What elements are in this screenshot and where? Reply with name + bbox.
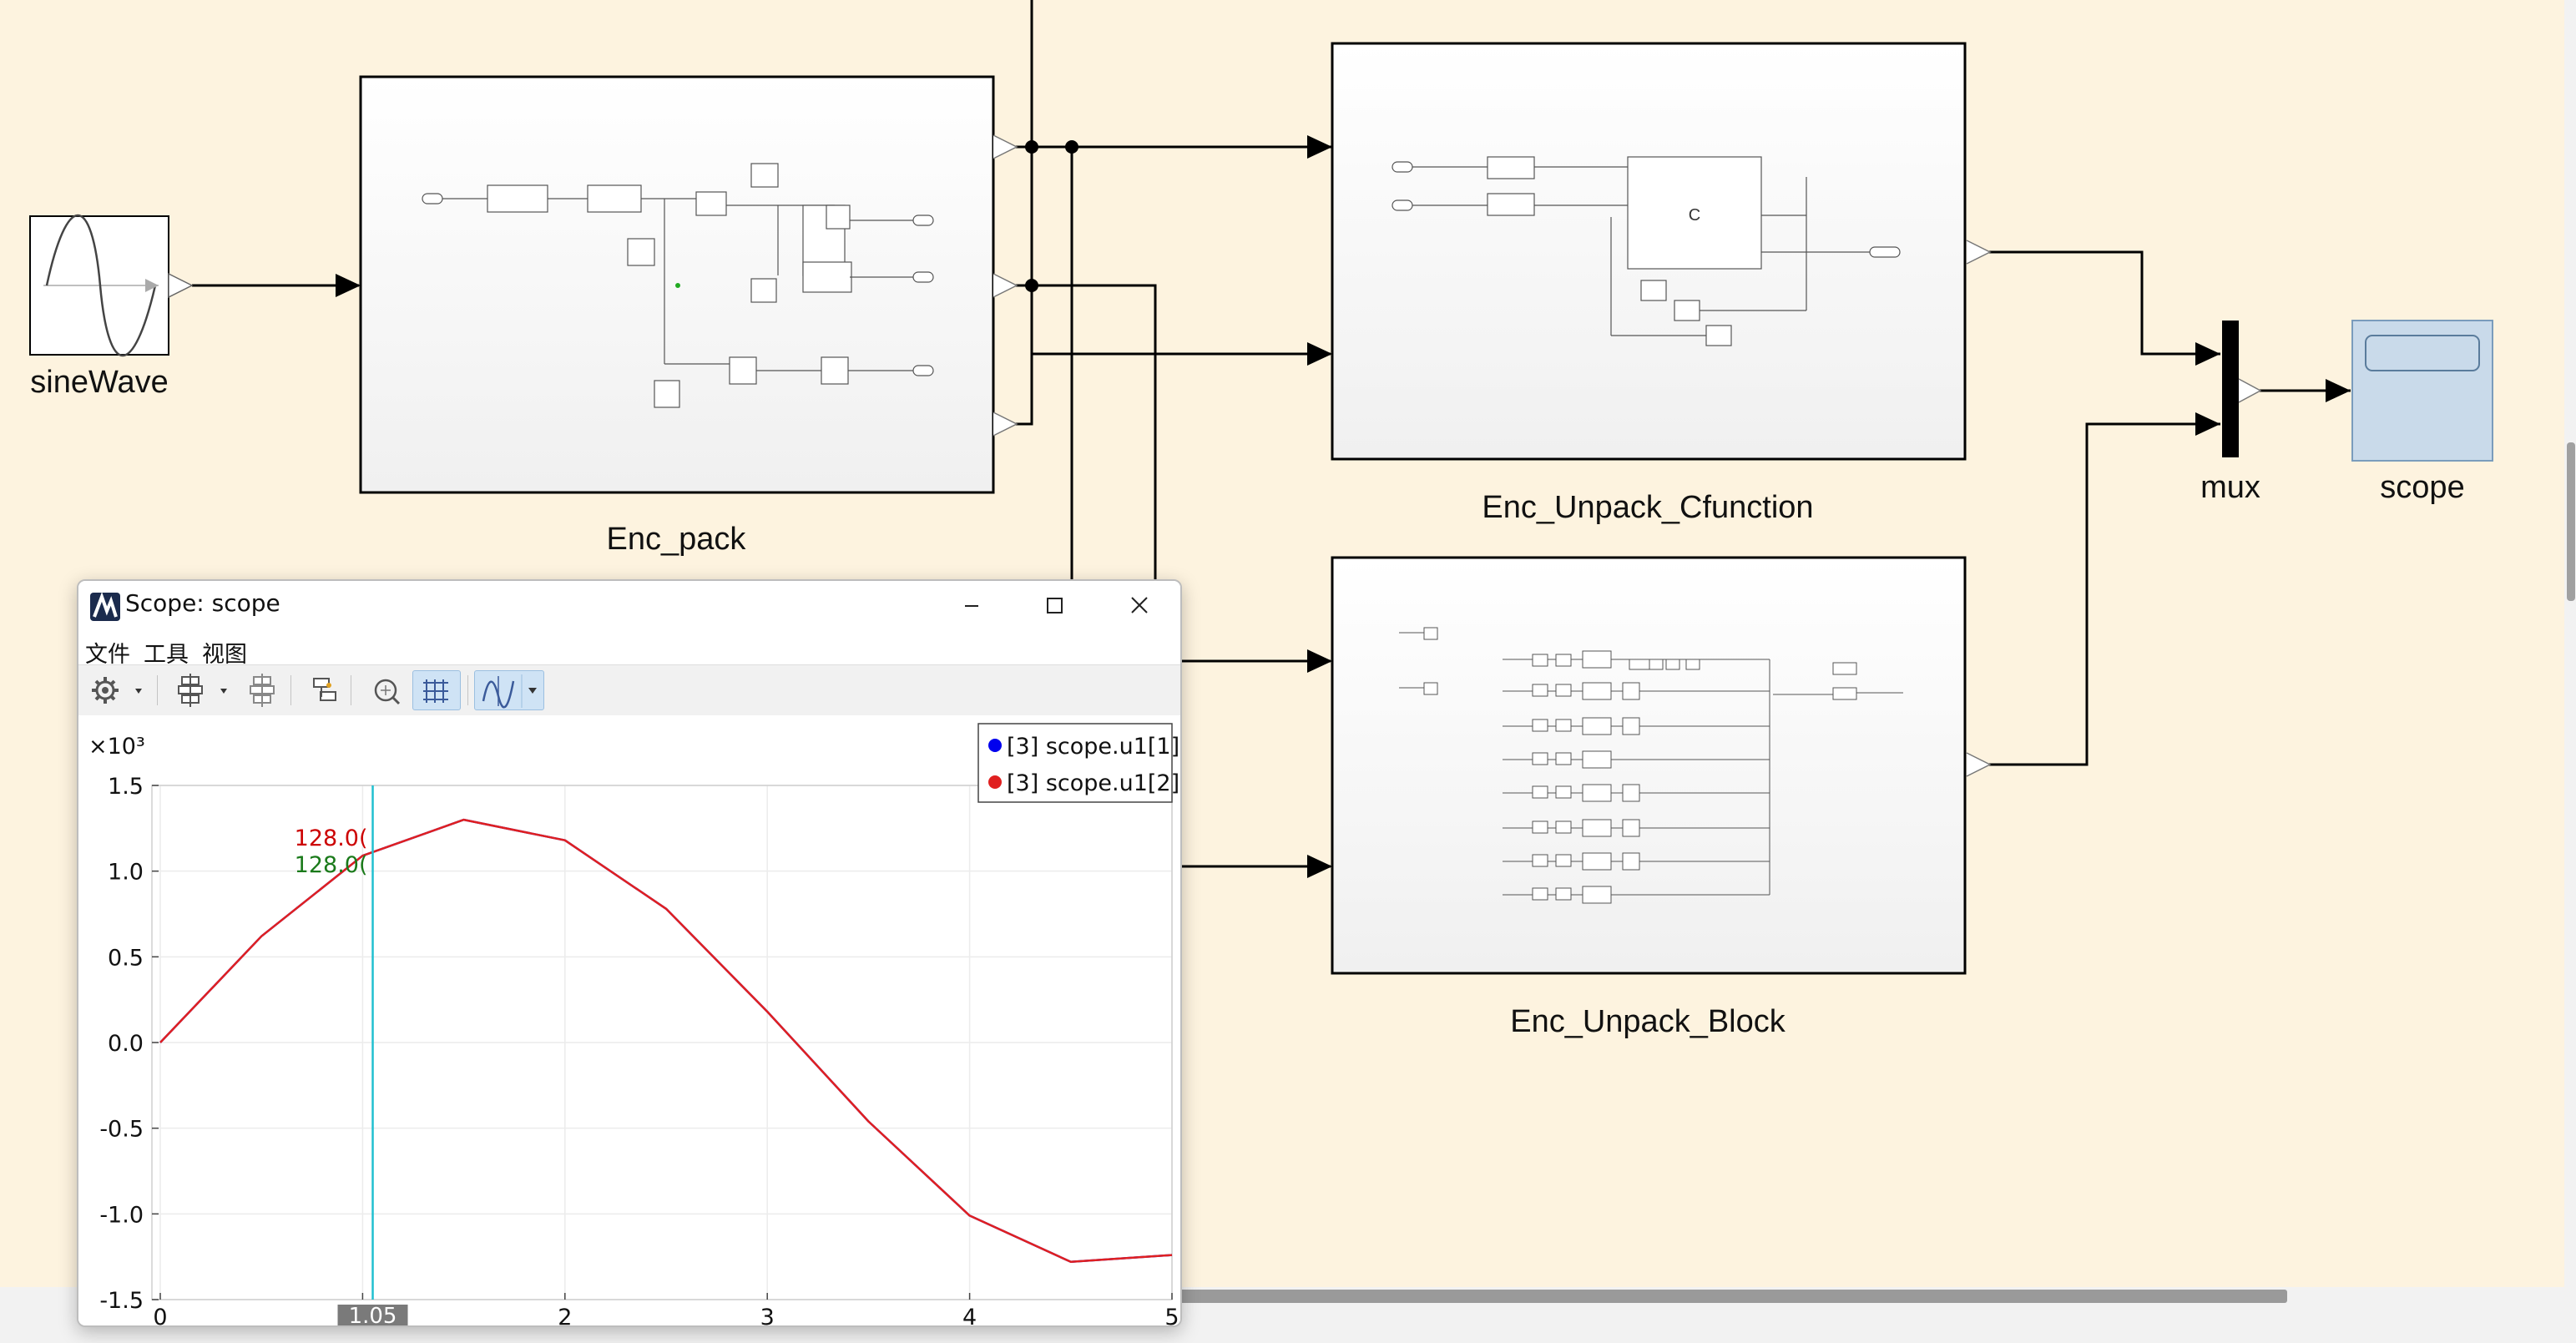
enc-unpack-cfunction-label: Enc_Unpack_Cfunction: [1482, 490, 1813, 525]
cursor-readout-2: 128.0(: [295, 852, 368, 878]
layout-disabled-icon: [250, 674, 275, 707]
y-tick-label: -1.0: [99, 1202, 144, 1228]
minimize-icon: [965, 605, 978, 607]
enc-pack-label: Enc_pack: [607, 522, 747, 557]
series-line-1: [159, 818, 1173, 1264]
series-line-2: [159, 818, 1173, 1264]
legend-marker-series-2: [988, 775, 1002, 789]
vertical-scrollbar-track[interactable]: [2564, 0, 2576, 1287]
y-tick-label: 1.5: [108, 774, 144, 800]
x-tick-label: 0: [153, 1305, 167, 1325]
x-tick-label: 2: [558, 1305, 572, 1325]
y-tick-label: 0.0: [108, 1031, 144, 1057]
y-axis-ticks: 1.5 1.0 0.5 0.0 -0.5 -1.0 -1.5: [99, 774, 159, 1314]
plot-legend[interactable]: [3] scope.u1[1] [3] scope.u1[2]: [977, 723, 1179, 803]
dropdown-arrow-icon: [528, 688, 537, 694]
sine-wave-label: sineWave: [30, 365, 168, 400]
enc-pack-block[interactable]: [359, 75, 1018, 494]
layout-icon: [178, 674, 227, 707]
legend-marker-series-1: [988, 739, 1002, 752]
x-tick-label: 5: [1164, 1305, 1179, 1325]
settings-button[interactable]: [85, 670, 149, 710]
dropdown-arrow-icon: [220, 689, 227, 694]
horizontal-scrollbar-thumb[interactable]: [1177, 1290, 2287, 1303]
scope-window-title: Scope: scope: [125, 589, 280, 617]
y-multiplier-label: ×10³: [88, 734, 145, 760]
zoom-fit-icon: [374, 679, 401, 705]
minimize-button[interactable]: [930, 581, 1013, 628]
y-tick-label: 0.5: [108, 945, 144, 971]
y-tick-label: -1.5: [99, 1288, 144, 1314]
close-icon: [1131, 597, 1148, 613]
gear-icon: [92, 677, 142, 704]
wire-branch-points: [1025, 140, 1078, 292]
y-tick-label: 1.0: [108, 860, 144, 886]
cursor-measure-button[interactable]: [474, 670, 544, 710]
x-tick-label: 3: [760, 1305, 775, 1325]
enc-unpack-block-label: Enc_Unpack_Block: [1510, 1004, 1786, 1039]
legend-item-series-2[interactable]: [3] scope.u1[2]: [1007, 770, 1179, 796]
grid-icon: [423, 679, 448, 703]
scope-window-titlebar[interactable]: Scope: scope: [78, 581, 1180, 633]
enc-unpack-cfunction-block[interactable]: C: [1331, 42, 1992, 461]
app-logo-icon: [90, 593, 120, 621]
maximize-button[interactable]: [1013, 581, 1097, 628]
layout-button[interactable]: [170, 670, 234, 710]
dropdown-arrow-icon: [135, 689, 142, 694]
x-axis-ticks: 012345: [153, 1293, 1179, 1325]
measurement-cursor[interactable]: 128.0(128.0( 1.05: [295, 785, 408, 1325]
legend-item-series-1[interactable]: [3] scope.u1[1]: [1007, 734, 1179, 760]
cursor-x-label: 1.05: [349, 1304, 397, 1325]
export-icon: [313, 678, 336, 701]
sine-wave-block[interactable]: [29, 215, 194, 356]
mux-label: mux: [2200, 470, 2260, 505]
x-tick-label: 4: [962, 1305, 977, 1325]
plot-series: [159, 818, 1173, 1264]
scope-plot-area[interactable]: 1.51.00.50.0-0.5-1.0-1.5 012345 ×10³ 128…: [78, 715, 1180, 1325]
scope-label: scope: [2380, 470, 2464, 505]
zoom-fit-button[interactable]: [366, 670, 406, 710]
scope-menubar: 文件 工具 视图: [78, 633, 1180, 668]
mux-block[interactable]: [2222, 321, 2262, 457]
vertical-scrollbar-thumb[interactable]: [2567, 442, 2575, 601]
scope-block[interactable]: [2351, 320, 2493, 462]
export-button[interactable]: [304, 670, 344, 710]
close-button[interactable]: [1097, 581, 1180, 628]
cursor-measure-icon: [482, 674, 537, 709]
layout-disabled-button[interactable]: [242, 670, 282, 710]
scope-window[interactable]: Scope: scope 文件 工具 视图 1.5 1.0 0.5 0.0 -0…: [77, 579, 1182, 1327]
y-tick-label: -0.5: [99, 1117, 144, 1143]
scope-toolbar: [78, 664, 1180, 716]
grid-toggle-button[interactable]: [412, 670, 461, 710]
cursor-readout-1: 128.0(: [295, 825, 368, 851]
maximize-icon: [1047, 598, 1063, 613]
cfunction-c-label: C: [1689, 206, 1700, 225]
enc-unpack-block-block[interactable]: [1331, 556, 1992, 975]
